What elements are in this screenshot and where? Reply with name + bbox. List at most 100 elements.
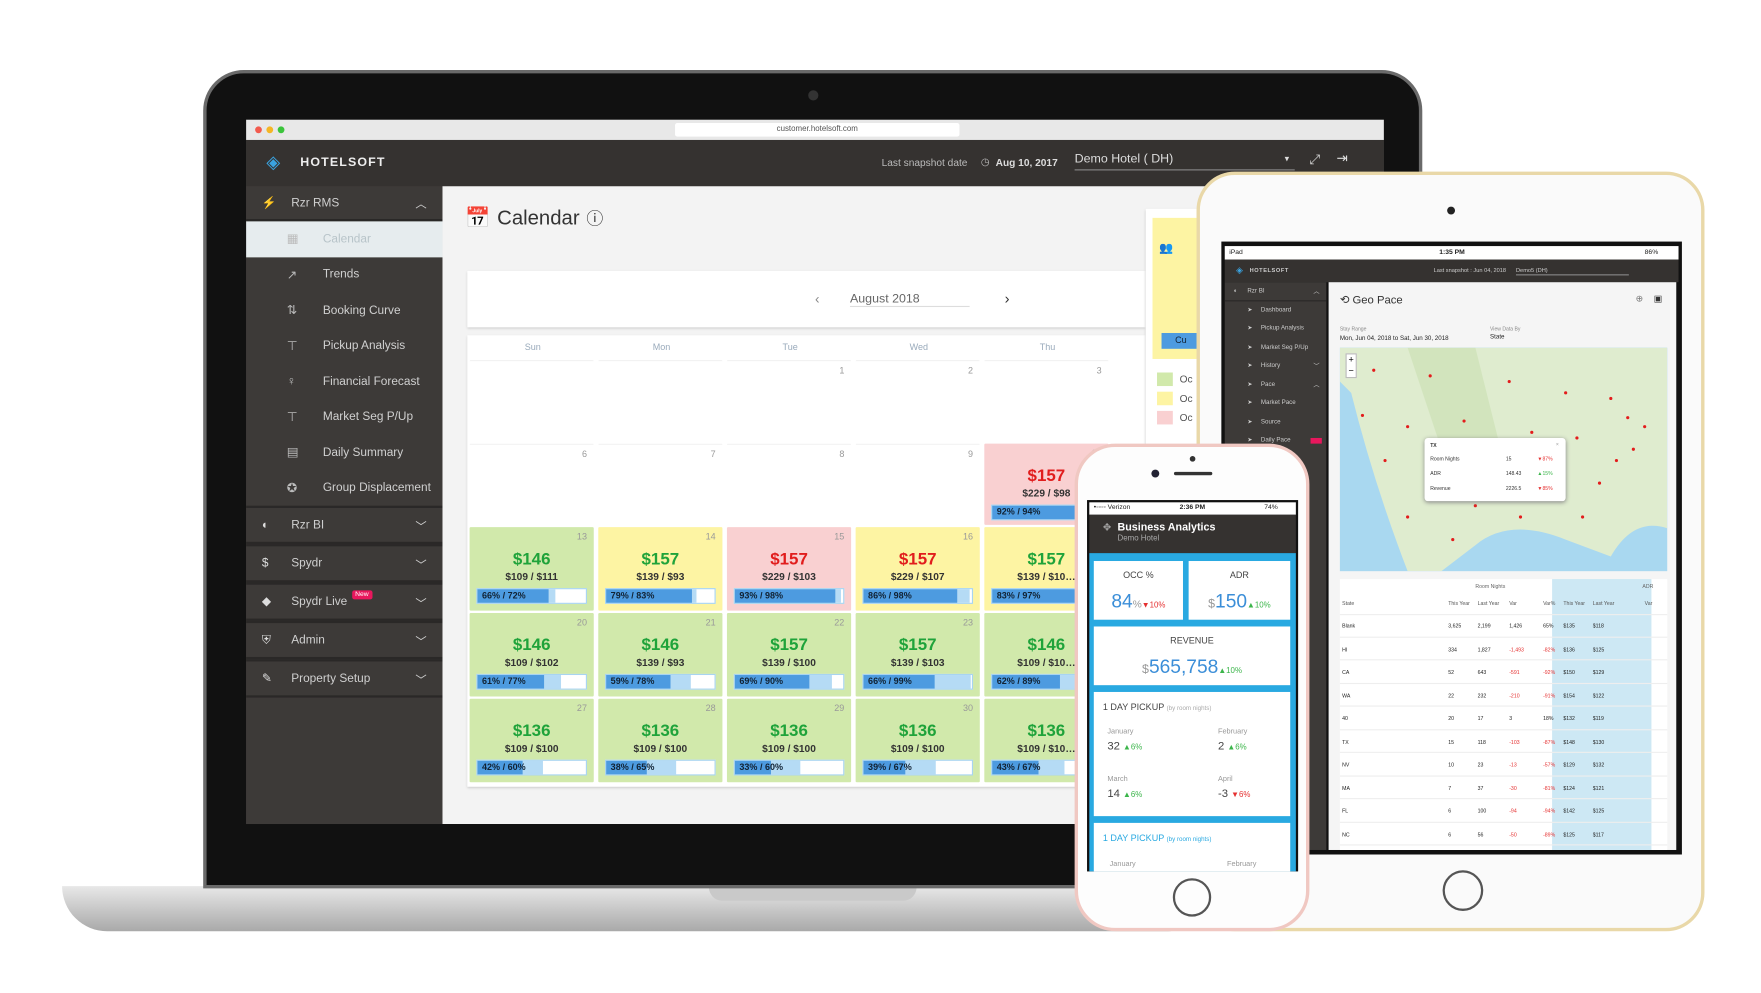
fullscreen-icon[interactable]: ⤢	[1309, 151, 1320, 168]
hotel-marker[interactable]	[1609, 396, 1613, 401]
tablet-sidebar-item[interactable]: ➤ Pickup Analysis	[1225, 319, 1327, 338]
hotel-marker[interactable]	[1372, 368, 1376, 372]
hotel-marker[interactable]	[1580, 515, 1585, 519]
tablet-home-button[interactable]	[1442, 870, 1484, 911]
hotel-marker[interactable]	[1530, 430, 1534, 434]
url-bar[interactable]: customer.hotelsoft.com	[675, 123, 960, 137]
export-icon[interactable]: ▣	[1654, 293, 1663, 303]
zoom-control[interactable]: + −	[1345, 353, 1357, 379]
chevron-down-icon[interactable]: ﹀	[415, 670, 426, 686]
hotel-marker[interactable]	[1643, 425, 1647, 429]
table-row[interactable]: NV 10 23 -13 -57% $129 $132	[1339, 754, 1668, 777]
calendar-day-cell[interactable]: 7	[598, 443, 723, 525]
table-row[interactable]: HI 334 1,827 -1,493 -82% $136 $125	[1339, 638, 1668, 661]
calendar-day-cell[interactable]: 8	[726, 443, 852, 525]
zoom-out-button[interactable]: −	[1349, 366, 1354, 376]
month-select[interactable]: August 2018	[849, 292, 970, 308]
calendar-day-cell[interactable]	[469, 360, 594, 442]
table-row[interactable]: 40 20 17 3 18% $132 $119	[1339, 708, 1668, 730]
table-row[interactable]: MA 7 37 -30 -81% $124 $121	[1339, 777, 1668, 800]
hotel-marker[interactable]	[1626, 416, 1630, 420]
target-icon[interactable]: ⊕	[1636, 293, 1644, 303]
calendar-day-cell[interactable]	[598, 360, 723, 442]
chevron-up-icon[interactable]: ︿	[1313, 286, 1319, 296]
column-header[interactable]: State	[1342, 601, 1354, 607]
calendar-day-cell[interactable]: 15 $157 $229 / $103 93% / 98%	[726, 527, 852, 611]
chevron-down-icon[interactable]: ▾	[1285, 154, 1290, 164]
hotel-marker[interactable]	[1575, 436, 1579, 440]
tablet-sidebar-item[interactable]: ➤ Pace ︿	[1225, 375, 1327, 394]
column-header[interactable]: Var	[1509, 601, 1517, 607]
hotel-select[interactable]: Demo5 (DH)	[1515, 268, 1629, 276]
hotel-select[interactable]: Demo Hotel ( DH)	[1074, 152, 1295, 171]
chevron-down-icon[interactable]: ﹀	[1313, 361, 1319, 371]
sidebar-section-rzr-bi[interactable]: ◐ Rzr BI ﹀	[246, 505, 443, 545]
hotel-marker[interactable]	[1507, 379, 1511, 384]
sidebar-item-booking-curve[interactable]: ⇅ Booking Curve	[246, 292, 442, 328]
sidebar-item-pickup-analysis[interactable]: ⊤ Pickup Analysis	[246, 328, 442, 364]
tablet-sidebar-item[interactable]: ➤ Source	[1225, 413, 1327, 432]
chevron-down-icon[interactable]: ﹀	[415, 593, 426, 610]
calendar-day-cell[interactable]: 23 $157 $139 / $103 66% / 99%	[855, 612, 980, 697]
table-row[interactable]: CA 52 643 -591 -92% $150 $129	[1339, 661, 1668, 684]
minimize-dot[interactable]	[266, 126, 274, 134]
column-header[interactable]: Var%	[1543, 601, 1555, 607]
sidebar-section-rzr-rms[interactable]: ⚡ Rzr RMS ︿	[246, 186, 443, 222]
tablet-sidebar-item[interactable]: ➤ Dashboard	[1225, 301, 1327, 320]
hotel-marker[interactable]	[1473, 504, 1477, 508]
prev-month-button[interactable]: ‹	[815, 291, 820, 307]
sidebar-item-daily-summary[interactable]: ▤ Daily Summary	[246, 435, 442, 471]
chevron-down-icon[interactable]: ﹀	[415, 555, 426, 571]
sidebar-section-spydr-live[interactable]: ◆ Spydr Live New ﹀	[246, 582, 443, 621]
calendar-day-cell[interactable]: 2	[855, 360, 980, 442]
chevron-down-icon[interactable]: ﹀	[415, 632, 426, 648]
column-header[interactable]: Last Year	[1593, 601, 1615, 607]
chevron-up-icon[interactable]: ︿	[1313, 380, 1319, 389]
calendar-day-cell[interactable]: 9	[855, 443, 980, 525]
geo-map[interactable]: + − TX × Room Nights 15 ▼87% ADR 148.43 ▲15% Re…	[1339, 347, 1668, 572]
sidebar-item-financial-forecast[interactable]: ♀ Financial Forecast	[246, 363, 442, 399]
menu-icon[interactable]: ✥	[1103, 522, 1112, 534]
table-row[interactable]: FL 6 100 -94 -94% $142 $125	[1339, 800, 1668, 823]
sidebar-section-property-setup[interactable]: ✎ Property Setup ﹀	[246, 659, 443, 698]
tablet-sidebar-item[interactable]: ➤ Market Pace	[1225, 394, 1327, 413]
revenue-card[interactable]: REVENUE $565,758▲10%	[1093, 626, 1291, 686]
phone-home-button[interactable]	[1172, 878, 1212, 917]
sidebar-section-admin[interactable]: ⛨ Admin ﹀	[246, 620, 443, 660]
calendar-day-cell[interactable]: 13 $146 $109 / $111 66% / 72%	[469, 527, 594, 611]
hotel-marker[interactable]	[1631, 447, 1635, 451]
sidebar-item-calendar[interactable]: ▦ Calendar	[246, 221, 443, 257]
pickup-card[interactable]: 1 DAY PICKUP (by room nights) January 32 …	[1093, 691, 1291, 817]
hotel-marker[interactable]	[1597, 481, 1602, 485]
maximize-dot[interactable]	[277, 126, 285, 134]
column-header[interactable]: This Year	[1563, 601, 1585, 607]
hotel-marker[interactable]	[1428, 374, 1432, 378]
calendar-day-cell[interactable]: 21 $146 $139 / $93 59% / 78%	[598, 612, 723, 697]
view-by-select[interactable]: State	[1490, 334, 1592, 341]
column-header[interactable]: This Year	[1448, 601, 1470, 607]
help-icon[interactable]: ⓘ	[586, 207, 603, 231]
calendar-day-cell[interactable]: 14 $157 $139 / $93 79% / 83%	[598, 527, 723, 611]
next-month-button[interactable]: ›	[1005, 290, 1010, 307]
pickup-card-2[interactable]: 1 DAY PICKUP (by room nights) January Fe…	[1093, 822, 1291, 872]
hotel-marker[interactable]	[1406, 425, 1410, 429]
hotel-marker[interactable]	[1451, 537, 1455, 542]
hotel-marker[interactable]	[1614, 458, 1619, 463]
table-row[interactable]: WA 22 232 -210 -91% $154 $122	[1339, 685, 1668, 707]
close-dot[interactable]	[255, 126, 262, 134]
hotel-marker[interactable]	[1518, 515, 1523, 519]
sidebar-item-trends[interactable]: ↗ Trends	[246, 257, 442, 293]
stay-range-input[interactable]: Mon, Jun 04, 2018 to Sat, Jun 30, 2018	[1340, 335, 1449, 342]
sidebar-item-market-seg-p-up[interactable]: ⊤ Market Seg P/Up	[246, 399, 442, 435]
table-row[interactable]: TX 15 118 -103 -87% $148 $130	[1339, 731, 1668, 753]
chevron-down-icon[interactable]: ﹀	[415, 516, 426, 533]
tablet-sidebar-item[interactable]: ➤ Market Seg P/Up	[1225, 338, 1327, 357]
calendar-day-cell[interactable]: 16 $157 $229 / $107 86% / 98%	[855, 527, 980, 611]
calendar-day-cell[interactable]: 20 $146 $109 / $102 61% / 77%	[469, 612, 594, 697]
calendar-day-cell[interactable]: 1	[726, 360, 852, 442]
adr-card[interactable]: ADR $150▲10%	[1188, 561, 1291, 620]
sidebar-section-spydr[interactable]: $ Spydr ﹀	[246, 544, 443, 583]
logout-icon[interactable]: ⇥	[1336, 150, 1347, 166]
table-row[interactable]: Blank 3,625 2,199 1,426 65% $135 $118	[1339, 615, 1668, 638]
calendar-day-cell[interactable]: 28 $136 $109 / $100 38% / 65%	[598, 698, 723, 783]
